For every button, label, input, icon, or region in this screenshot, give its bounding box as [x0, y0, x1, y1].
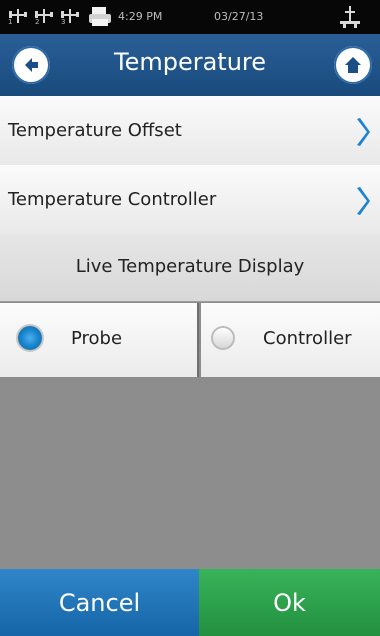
header-bar: Temperature	[0, 34, 380, 96]
live-temperature-display-header: Live Temperature Display	[0, 234, 380, 302]
usb-port-2-label: 2	[35, 18, 40, 26]
status-date: 03/27/13	[214, 10, 264, 23]
menu-item-temperature-offset[interactable]: Temperature Offset	[0, 96, 380, 168]
ok-button[interactable]: Ok	[199, 569, 380, 636]
probe-label: Probe	[71, 328, 123, 349]
option-probe[interactable]: Probe	[0, 303, 199, 377]
menu-item-label: Temperature Controller	[8, 189, 217, 210]
menu-item-temperature-controller[interactable]: Temperature Controller	[0, 165, 380, 237]
probe-radio[interactable]	[18, 326, 42, 350]
controller-radio[interactable]	[211, 326, 235, 350]
page-title: Temperature	[113, 48, 267, 76]
usb-port-3-label: 3	[61, 18, 66, 26]
controller-label: Controller	[263, 328, 352, 349]
cancel-button[interactable]: Cancel	[0, 569, 199, 636]
chevron-right-icon	[357, 187, 370, 215]
chevron-right-icon	[357, 118, 370, 146]
usb-port-1-label: 1	[8, 18, 13, 26]
network-icon	[338, 4, 362, 30]
printer-icon	[89, 7, 111, 27]
menu-item-label: Temperature Offset	[8, 120, 182, 141]
home-icon	[345, 57, 361, 73]
status-time: 4:29 PM	[118, 10, 163, 23]
empty-content-area	[0, 377, 380, 569]
section-title: Live Temperature Display	[75, 256, 305, 277]
option-controller[interactable]: Controller	[201, 303, 380, 377]
status-bar: 1 2 3 4:29 PM 03/27/13	[0, 0, 380, 34]
home-button[interactable]	[334, 46, 372, 84]
